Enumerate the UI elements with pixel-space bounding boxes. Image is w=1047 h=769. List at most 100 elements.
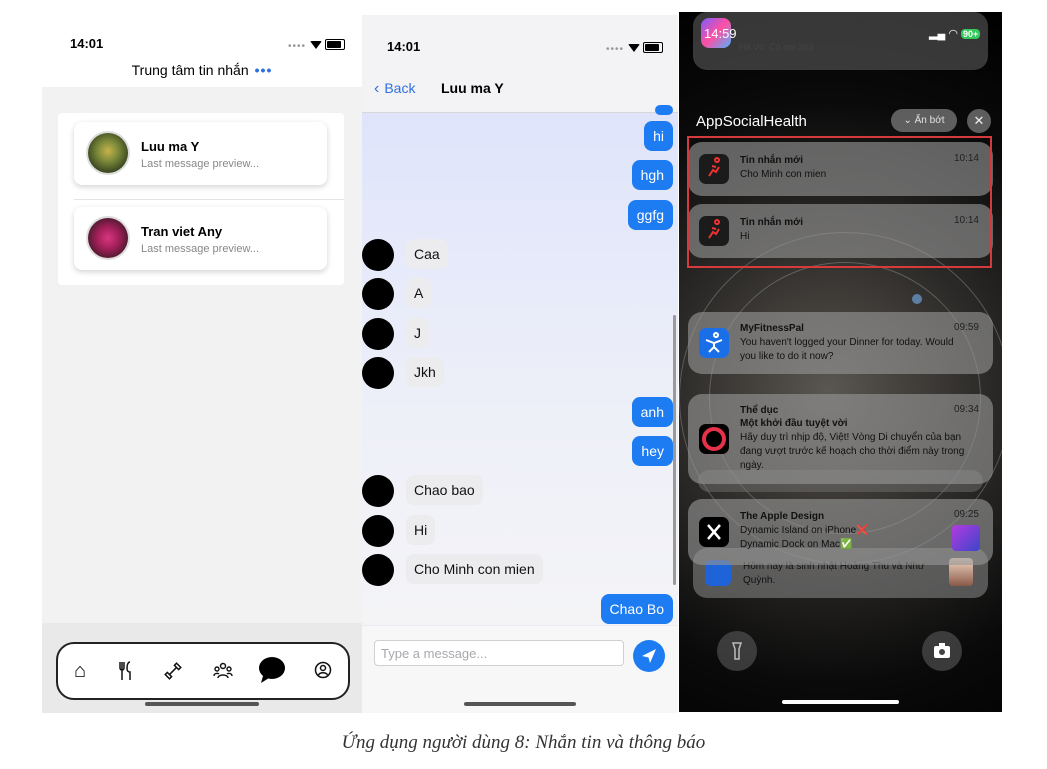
scrollbar[interactable]	[673, 315, 676, 585]
message-in: Chao bao	[406, 475, 483, 505]
show-less-button[interactable]: ⌄ Ẩn bớt	[891, 109, 957, 132]
notification-group-title: AppSocialHealth	[696, 113, 807, 130]
wifi-icon	[310, 40, 323, 49]
notification-title: The Apple Design	[740, 511, 825, 522]
notification-body: You haven't logged your Dinner for today…	[740, 337, 954, 362]
chat-preview: Last message preview...	[141, 158, 260, 170]
message-in: J	[406, 318, 429, 348]
home-indicator	[145, 702, 259, 706]
sender-avatar	[362, 554, 394, 586]
chevron-down-icon: ⌄	[903, 115, 915, 126]
message-out: Chao Bo	[600, 594, 673, 624]
messages-center-screen: 14:01 •••• Trung tâm tin nhắn ••• Luu ma …	[42, 15, 362, 713]
partial-notification-text: Hà Vũ: Có qte 3tr3	[739, 42, 814, 52]
message-in: Jkh	[406, 357, 444, 387]
notification-time: 09:34	[953, 404, 979, 415]
show-less-label: Ẩn bớt	[914, 115, 945, 126]
sender-avatar	[362, 278, 394, 310]
highlight-box	[687, 136, 992, 268]
top-bar: 14:01 •••• Trung tâm tin nhắn •••	[42, 15, 362, 87]
message-in: Hi	[406, 515, 436, 545]
home-indicator	[782, 700, 899, 704]
signal-icon: ▂▄	[929, 28, 946, 40]
notification-title: MyFitnessPal	[740, 323, 804, 334]
more-options-icon[interactable]: •••	[255, 62, 273, 78]
message-input[interactable]: Type a message...	[374, 640, 624, 666]
status-time: 14:01	[387, 39, 421, 54]
battery-icon	[643, 42, 664, 54]
wallpaper-planet	[912, 294, 922, 304]
signal-icon: ••••	[606, 44, 625, 55]
sender-avatar	[362, 239, 394, 271]
wifi-icon: ◠	[948, 28, 958, 40]
divider	[74, 199, 344, 200]
notification-time: 09:25	[953, 509, 979, 520]
flashlight-icon	[731, 642, 743, 660]
notification-subtitle: Một khởi đầu tuyệt vời	[740, 418, 848, 429]
notification-time: 09:59	[953, 322, 979, 333]
camera-icon	[934, 643, 950, 658]
home-icon[interactable]: ⌂	[68, 661, 92, 681]
signal-icon: ••••	[288, 41, 307, 52]
message-out: ggfg	[627, 200, 673, 230]
figure-caption: Ứng dụng người dùng 8: Nhắn tin và thông…	[341, 732, 706, 753]
battery-icon	[325, 39, 346, 51]
notification-partial-top[interactable]	[693, 12, 988, 70]
chevron-left-icon: ‹	[374, 80, 380, 97]
chat-list: Luu ma Y Last message preview... Tran vi…	[58, 113, 344, 285]
x-app-icon	[699, 517, 729, 547]
profile-icon[interactable]	[311, 661, 335, 684]
page-title-text: Trung tâm tin nhắn	[131, 62, 249, 78]
chat-item-luu-ma-y[interactable]: Luu ma Y Last message preview...	[74, 122, 327, 185]
send-icon	[642, 649, 656, 663]
message-in: Caa	[406, 239, 448, 269]
wifi-icon	[628, 43, 641, 52]
dumbbell-icon[interactable]	[161, 661, 185, 686]
status-icons: ••••	[606, 39, 664, 57]
avatar	[88, 133, 128, 173]
message-list[interactable]: hi hgh ggfg Caa A J Jkh anh hey Chao bao…	[362, 105, 678, 625]
fork-knife-icon[interactable]	[114, 661, 138, 686]
contact-name: Luu ma Y	[441, 80, 504, 96]
status-icons: ••••	[288, 36, 346, 54]
back-button[interactable]: ‹ Back	[374, 80, 415, 98]
status-time: 14:01	[70, 36, 104, 51]
notification-apple-design[interactable]: The Apple Design 09:25 Dynamic Island on…	[688, 499, 993, 565]
back-label: Back	[384, 80, 416, 96]
message-bubble-partial	[655, 105, 673, 115]
activity-rings-icon	[699, 424, 729, 454]
tab-bar: ⌂	[56, 642, 350, 700]
chat-bubble-icon[interactable]	[257, 655, 287, 690]
close-group-button[interactable]: ✕	[967, 109, 991, 133]
status-icons: ▂▄ ◠ 90+	[929, 27, 981, 40]
notification-thumbnail	[952, 525, 980, 551]
message-out: hey	[632, 436, 673, 466]
camera-button[interactable]	[922, 631, 962, 671]
page-title: Trung tâm tin nhắn •••	[42, 62, 362, 78]
notification-fitness[interactable]: Thể dục Một khởi đầu tuyệt vời 09:34 Hãy…	[688, 394, 993, 484]
message-in: A	[406, 278, 432, 308]
send-button[interactable]	[633, 640, 665, 672]
notification-body-line1: Dynamic Island on iPhone❌	[740, 525, 869, 536]
sender-avatar	[362, 475, 394, 507]
chat-name: Tran viet Any	[141, 224, 223, 239]
notification-body: Hãy duy trì nhịp độ, Việt! Vòng Di chuyể…	[740, 432, 965, 471]
chat-name: Luu ma Y	[141, 139, 200, 154]
message-out: anh	[631, 397, 673, 427]
chat-screen: 14:01 •••• ‹ Back Luu ma Y hi hgh ggfg Ca…	[362, 15, 678, 713]
notification-title: Thể dục	[740, 405, 779, 416]
status-time: 14:59	[704, 26, 737, 41]
sender-avatar	[362, 515, 394, 547]
sender-avatar	[362, 357, 394, 389]
group-icon[interactable]	[211, 661, 235, 686]
sender-avatar	[362, 318, 394, 350]
message-in: Cho Minh con mien	[406, 554, 543, 584]
myfitnesspal-icon	[699, 328, 729, 358]
notification-myfitnesspal[interactable]: MyFitnessPal 09:59 You haven't logged yo…	[688, 312, 993, 374]
chat-item-tran-viet-any[interactable]: Tran viet Any Last message preview...	[74, 207, 327, 270]
chat-preview: Last message preview...	[141, 243, 260, 255]
home-indicator	[464, 702, 576, 706]
message-out: hgh	[631, 160, 673, 190]
message-out: hi	[644, 121, 673, 151]
flashlight-button[interactable]	[717, 631, 757, 671]
